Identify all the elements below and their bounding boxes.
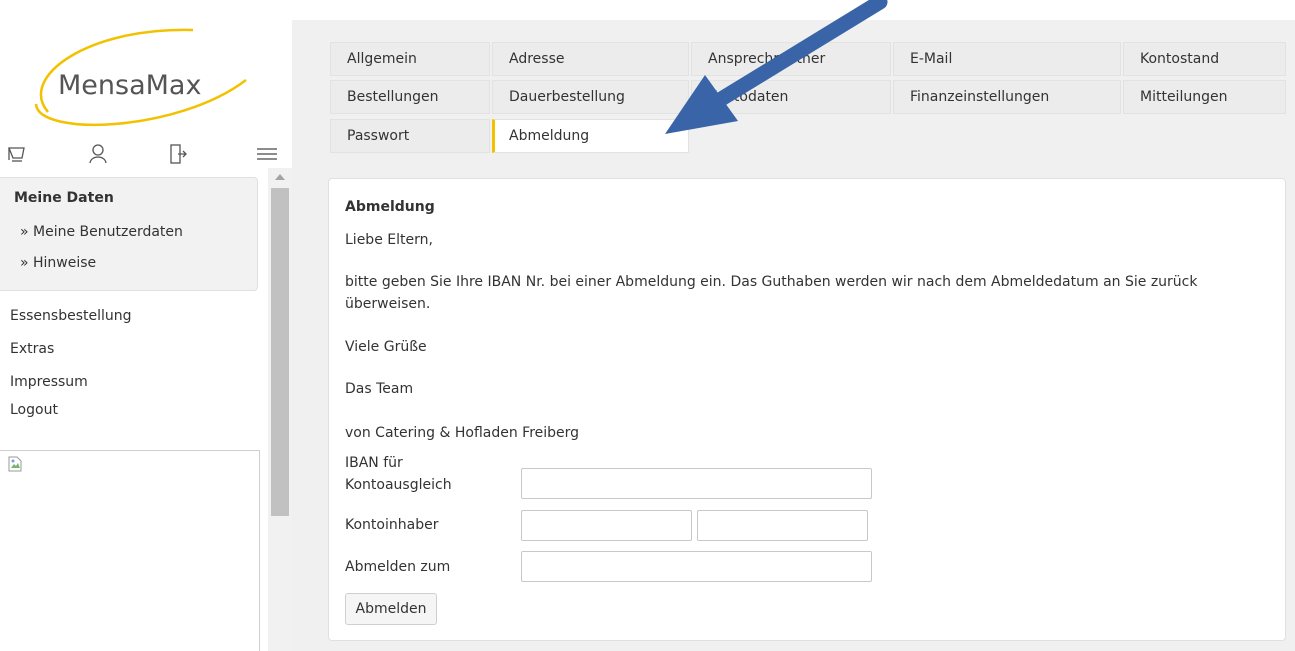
logout-icon[interactable] <box>163 140 193 168</box>
tab-abmeldung[interactable]: Abmeldung <box>492 119 689 153</box>
tab-email[interactable]: E-Mail <box>893 42 1121 76</box>
abmelden-button[interactable]: Abmelden <box>345 593 437 625</box>
page-title: Abmeldung <box>345 199 435 215</box>
essensbestellung-link[interactable]: Essensbestellung <box>10 308 132 324</box>
kontoinhaber-first-input[interactable] <box>521 510 692 541</box>
abmelden-zum-input[interactable] <box>521 551 872 582</box>
cart-icon[interactable] <box>2 140 32 168</box>
kontoinhaber-label: Kontoinhaber <box>345 517 439 533</box>
impressum-link[interactable]: Impressum <box>10 374 88 390</box>
logout-link[interactable]: Logout <box>10 402 58 418</box>
kontoinhaber-last-input[interactable] <box>697 510 868 541</box>
iban-input[interactable] <box>521 468 872 499</box>
tab-mitteilungen[interactable]: Mitteilungen <box>1123 80 1286 114</box>
tab-passwort[interactable]: Passwort <box>330 119 490 153</box>
tab-bestellungen[interactable]: Bestellungen <box>330 80 490 114</box>
broken-image-icon <box>8 456 22 472</box>
hinweise-link[interactable]: » Hinweise <box>20 255 96 271</box>
meine-daten-title: Meine Daten <box>14 190 114 206</box>
scrollbar-thumb[interactable] <box>271 188 289 516</box>
tab-dauerbestellung[interactable]: Dauerbestellung <box>492 80 689 114</box>
info-paragraph: bitte geben Sie Ihre IBAN Nr. bei einer … <box>345 274 1198 312</box>
extras-link[interactable]: Extras <box>10 341 54 357</box>
image-frame <box>0 450 260 651</box>
tab-allgemein[interactable]: Allgemein <box>330 42 490 76</box>
user-icon[interactable] <box>83 140 113 168</box>
iban-label: IBAN für Kontoausgleich <box>345 455 452 493</box>
toolbar-icons <box>0 140 280 170</box>
tab-kontodaten[interactable]: Kontodaten <box>691 80 891 114</box>
tab-kontostand[interactable]: Kontostand <box>1123 42 1286 76</box>
meine-benutzerdaten-link[interactable]: » Meine Benutzerdaten <box>20 224 183 240</box>
sidebar: MensaMax Meine Daten » Meine Benutzerdat… <box>0 0 292 651</box>
tab-ansprechpartner[interactable]: Ansprechpartner <box>691 42 891 76</box>
team-text: Das Team <box>345 381 414 397</box>
company-text: von Catering & Hofladen Freiberg <box>345 425 580 441</box>
abmelden-zum-label: Abmelden zum <box>345 559 451 575</box>
menu-icon[interactable] <box>252 140 282 168</box>
tab-adresse[interactable]: Adresse <box>492 42 689 76</box>
greeting-text: Liebe Eltern, <box>345 232 433 248</box>
tab-finanzeinstellungen[interactable]: Finanzeinstellungen <box>893 80 1121 114</box>
mensamax-logo[interactable]: MensaMax <box>28 22 254 132</box>
regards-text: Viele Grüße <box>345 339 427 355</box>
logo-text: MensaMax <box>58 70 201 101</box>
scroll-up-arrow-icon[interactable] <box>268 168 292 186</box>
